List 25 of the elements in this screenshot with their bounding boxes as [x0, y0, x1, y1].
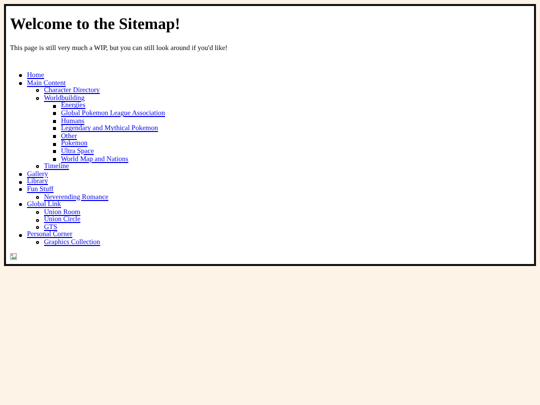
- bullet-icon: [36, 89, 39, 92]
- bullet-icon: [53, 135, 56, 138]
- bullet-icon: [36, 97, 39, 100]
- bullet-icon: [53, 104, 56, 108]
- bullet-icon: [19, 203, 22, 206]
- bullet-icon: [53, 127, 56, 130]
- broken-image-icon: [10, 253, 17, 260]
- bullet-icon: [19, 82, 22, 85]
- bullet-icon: [36, 226, 39, 230]
- bullet-icon: [19, 188, 22, 192]
- bullet-icon: [36, 196, 39, 199]
- bullet-icon: [19, 234, 22, 237]
- bullet-icon: [36, 165, 39, 168]
- bullet-icon: [19, 173, 22, 176]
- bullet-icon: [36, 218, 39, 222]
- bullet-icon: [53, 142, 56, 146]
- bullet-icon: [19, 74, 22, 78]
- bullet-icon: [19, 180, 22, 184]
- bullet-icon: [53, 150, 56, 154]
- bullet-icon: [53, 120, 56, 123]
- bullet-icon: [53, 112, 56, 116]
- bullet-icon: [36, 210, 39, 214]
- bullet-icon: [53, 158, 56, 161]
- bullet-icon: [36, 241, 39, 244]
- page-heading: Welcome to the Sitemap!: [10, 15, 182, 35]
